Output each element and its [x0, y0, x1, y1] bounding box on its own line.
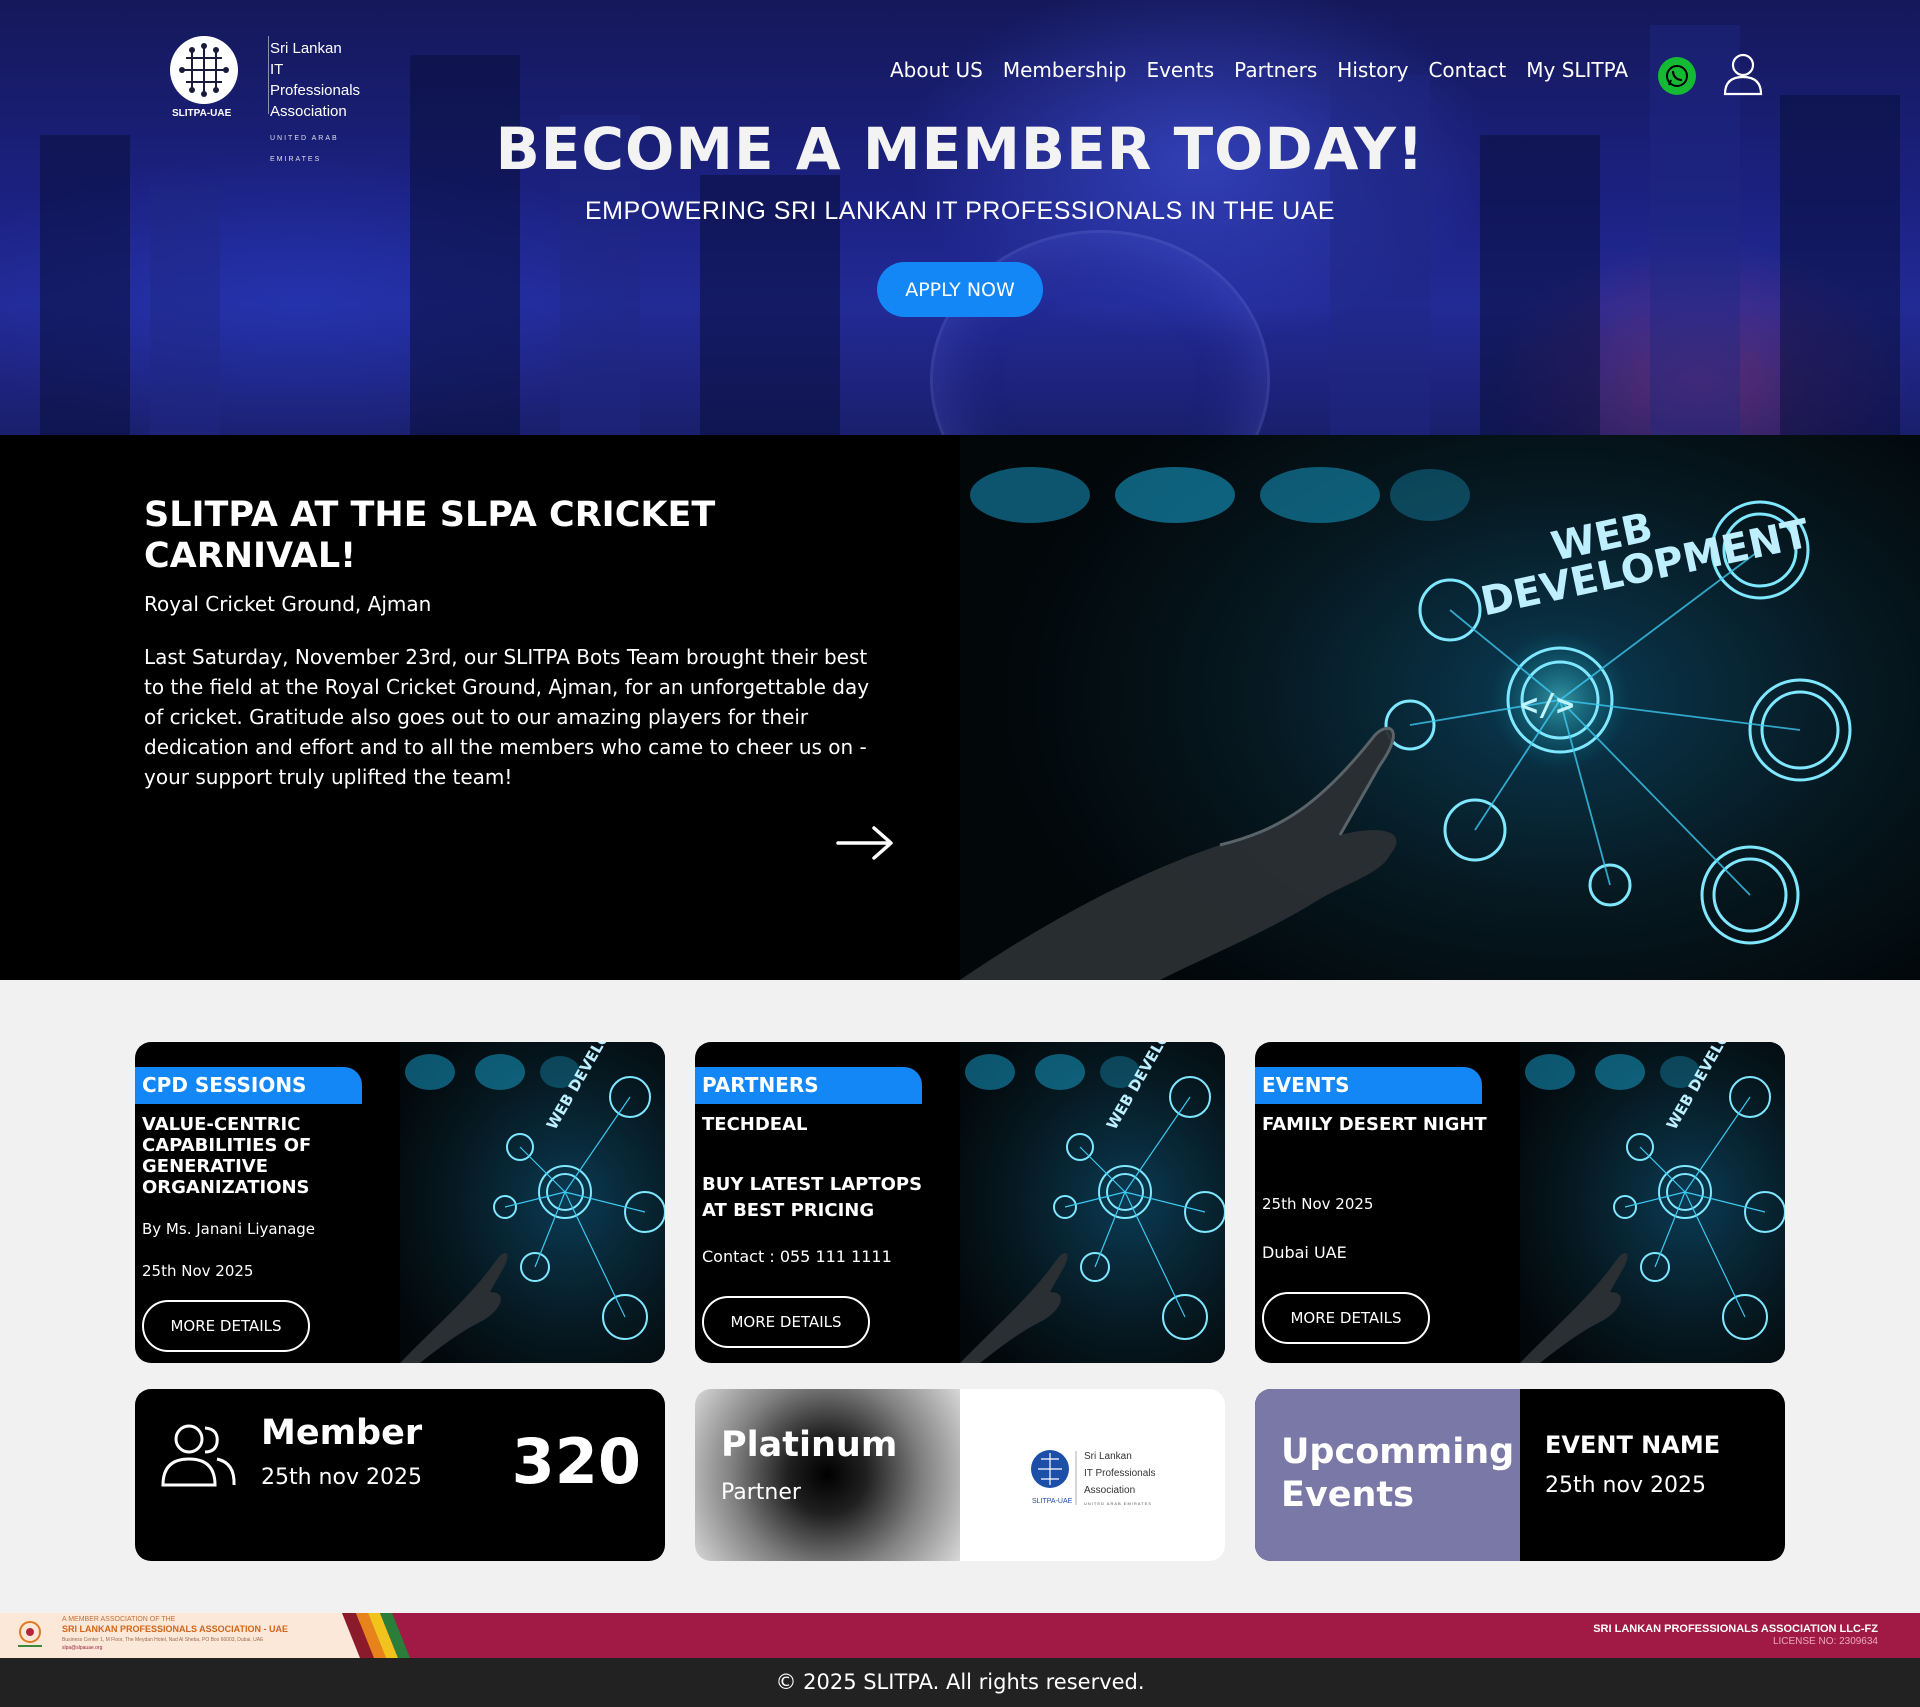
museum-ring [930, 230, 1270, 435]
platinum-label: Platinum [721, 1425, 898, 1465]
upcoming-label: Upcomming Events [1281, 1432, 1515, 1515]
association-banner: A MEMBER ASSOCIATION OF THE SRI LANKAN P… [0, 1613, 1920, 1658]
logo-divider [268, 36, 269, 114]
card-image: WEB DEVELOPMENT [960, 1042, 1225, 1363]
site-logo[interactable]: SLITPA-UAE Sri Lankan IT Professionals A… [170, 36, 360, 163]
more-details-button[interactable]: MORE DETAILS [1262, 1292, 1430, 1344]
nav-my-slitpa[interactable]: My SLITPA [1526, 58, 1628, 82]
banner-association-name: SRI LANKAN PROFESSIONALS ASSOCIATION - U… [62, 1624, 289, 1634]
members-icon [161, 1424, 236, 1487]
banner-email[interactable]: slpa@slpauae.org [62, 1645, 102, 1651]
nav-events[interactable]: Events [1146, 58, 1214, 82]
card-date: 25th Nov 2025 [142, 1262, 254, 1280]
card-events: WEB DEVELOPMENT EVENTS FAMILY DESERT NIG… [1255, 1042, 1785, 1363]
more-details-button[interactable]: MORE DETAILS [702, 1296, 870, 1348]
partner-label: Partner [721, 1480, 801, 1505]
card-cpd-sessions: WEB DEVELOPMENT CPD SESSIONS VALUE-CENTR… [135, 1042, 665, 1363]
upcoming-events-card[interactable]: Upcomming Events EVENT NAME 25th nov 202… [1255, 1389, 1785, 1561]
member-stat-card: Member 25th nov 2025 320 [135, 1389, 665, 1561]
card-title: TECHDEAL [702, 1114, 808, 1135]
card-title: VALUE-CENTRIC CAPABILITIES OF GENERATIVE… [142, 1114, 312, 1198]
svg-text:SLITPA-UAE: SLITPA-UAE [1032, 1498, 1073, 1505]
partner-logo: SLITPA-UAE Sri Lankan IT Professionals A… [1031, 1450, 1156, 1506]
svg-text:Association: Association [1084, 1485, 1135, 1496]
slpa-logo-icon [18, 1621, 42, 1647]
card-image: WEB DEVELOPMENT [1520, 1042, 1785, 1363]
banner-company: SRI LANKAN PROFESSIONALS ASSOCIATION LLC… [1593, 1623, 1878, 1635]
card-tag: EVENTS [1255, 1067, 1482, 1104]
card-tag-label: EVENTS [1262, 1073, 1350, 1097]
copyright: © 2025 SLITPA. All rights reserved. [0, 1658, 1920, 1707]
feature-location: Royal Cricket Ground, Ajman [144, 592, 432, 616]
user-icon[interactable] [1722, 52, 1764, 96]
banner-license: LICENSE NO: 2309634 [1772, 1636, 1878, 1647]
apply-now-button[interactable]: APPLY NOW [877, 262, 1043, 317]
logo-line: IT Professionals [270, 61, 361, 99]
hero-banner: SLITPA-UAE Sri Lankan IT Professionals A… [0, 0, 1920, 435]
banner-member-of: A MEMBER ASSOCIATION OF THE [62, 1616, 176, 1623]
more-details-button[interactable]: MORE DETAILS [142, 1300, 310, 1352]
svg-text:</>: </> [1520, 688, 1574, 723]
svg-text:IT Professionals: IT Professionals [1084, 1468, 1156, 1479]
card-image: WEB DEVELOPMENT [400, 1042, 665, 1363]
web-development-image: </> WEB DEVELOPMENT [960, 435, 1920, 980]
next-arrow-icon[interactable] [836, 825, 894, 861]
featured-news: SLITPA AT THE SLPA CRICKET CARNIVAL! Roy… [0, 435, 1920, 980]
card-tag: CPD SESSIONS [135, 1067, 362, 1104]
card-tag: PARTNERS [695, 1067, 922, 1104]
card-offer: BUY LATEST LAPTOPS AT BEST PRICING [702, 1174, 923, 1221]
nav-partners[interactable]: Partners [1234, 58, 1317, 82]
platinum-partner-card[interactable]: Platinum Partner SLITPA-UAE Sri Lankan I… [695, 1389, 1225, 1561]
card-speaker: By Ms. Janani Liyanage [142, 1220, 316, 1238]
card-partners: WEB DEVELOPMENT PARTNERS TECHDEAL BUY LA… [695, 1042, 1225, 1363]
logo-circuit-icon [170, 36, 238, 104]
card-tag-label: PARTNERS [702, 1073, 819, 1097]
card-date: 25th Nov 2025 [1262, 1195, 1374, 1213]
banner-left-panel [0, 1613, 360, 1658]
svg-text:UNITED ARAB EMIRATES: UNITED ARAB EMIRATES [1084, 1501, 1152, 1506]
nav-about-us[interactable]: About US [890, 58, 983, 82]
skyline-building [410, 55, 520, 435]
card-location: Dubai UAE [1262, 1243, 1347, 1262]
flag-stripes [342, 1613, 410, 1658]
banner-address: Business Center 1, M Floor, The Meydan H… [62, 1637, 264, 1643]
card-tag-label: CPD SESSIONS [142, 1073, 307, 1097]
event-date: 25th nov 2025 [1545, 1473, 1706, 1498]
card-contact: Contact : 055 111 1111 [702, 1247, 892, 1266]
whatsapp-icon[interactable] [1658, 57, 1696, 95]
nav-contact[interactable]: Contact [1428, 58, 1506, 82]
nav-history[interactable]: History [1337, 58, 1408, 82]
feature-body: Last Saturday, November 23rd, our SLITPA… [144, 645, 870, 789]
member-label: Member [261, 1413, 423, 1453]
platinum-panel [695, 1389, 960, 1561]
main-nav: About US Membership Events Partners Hist… [890, 58, 1648, 82]
svg-text:Sri Lankan: Sri Lankan [1084, 1451, 1132, 1462]
hero-title: BECOME A MEMBER TODAY! [495, 115, 1425, 183]
card-title: FAMILY DESERT NIGHT [1262, 1114, 1487, 1135]
logo-line: Sri Lankan [270, 40, 342, 57]
member-count: 320 [511, 1425, 641, 1498]
nav-membership[interactable]: Membership [1003, 58, 1127, 82]
event-name: EVENT NAME [1545, 1431, 1721, 1459]
feature-title: SLITPA AT THE SLPA CRICKET CARNIVAL! [144, 495, 716, 576]
hero-subtitle: EMPOWERING SRI LANKAN IT PROFESSIONALS I… [584, 197, 1336, 225]
member-date: 25th nov 2025 [261, 1465, 422, 1490]
